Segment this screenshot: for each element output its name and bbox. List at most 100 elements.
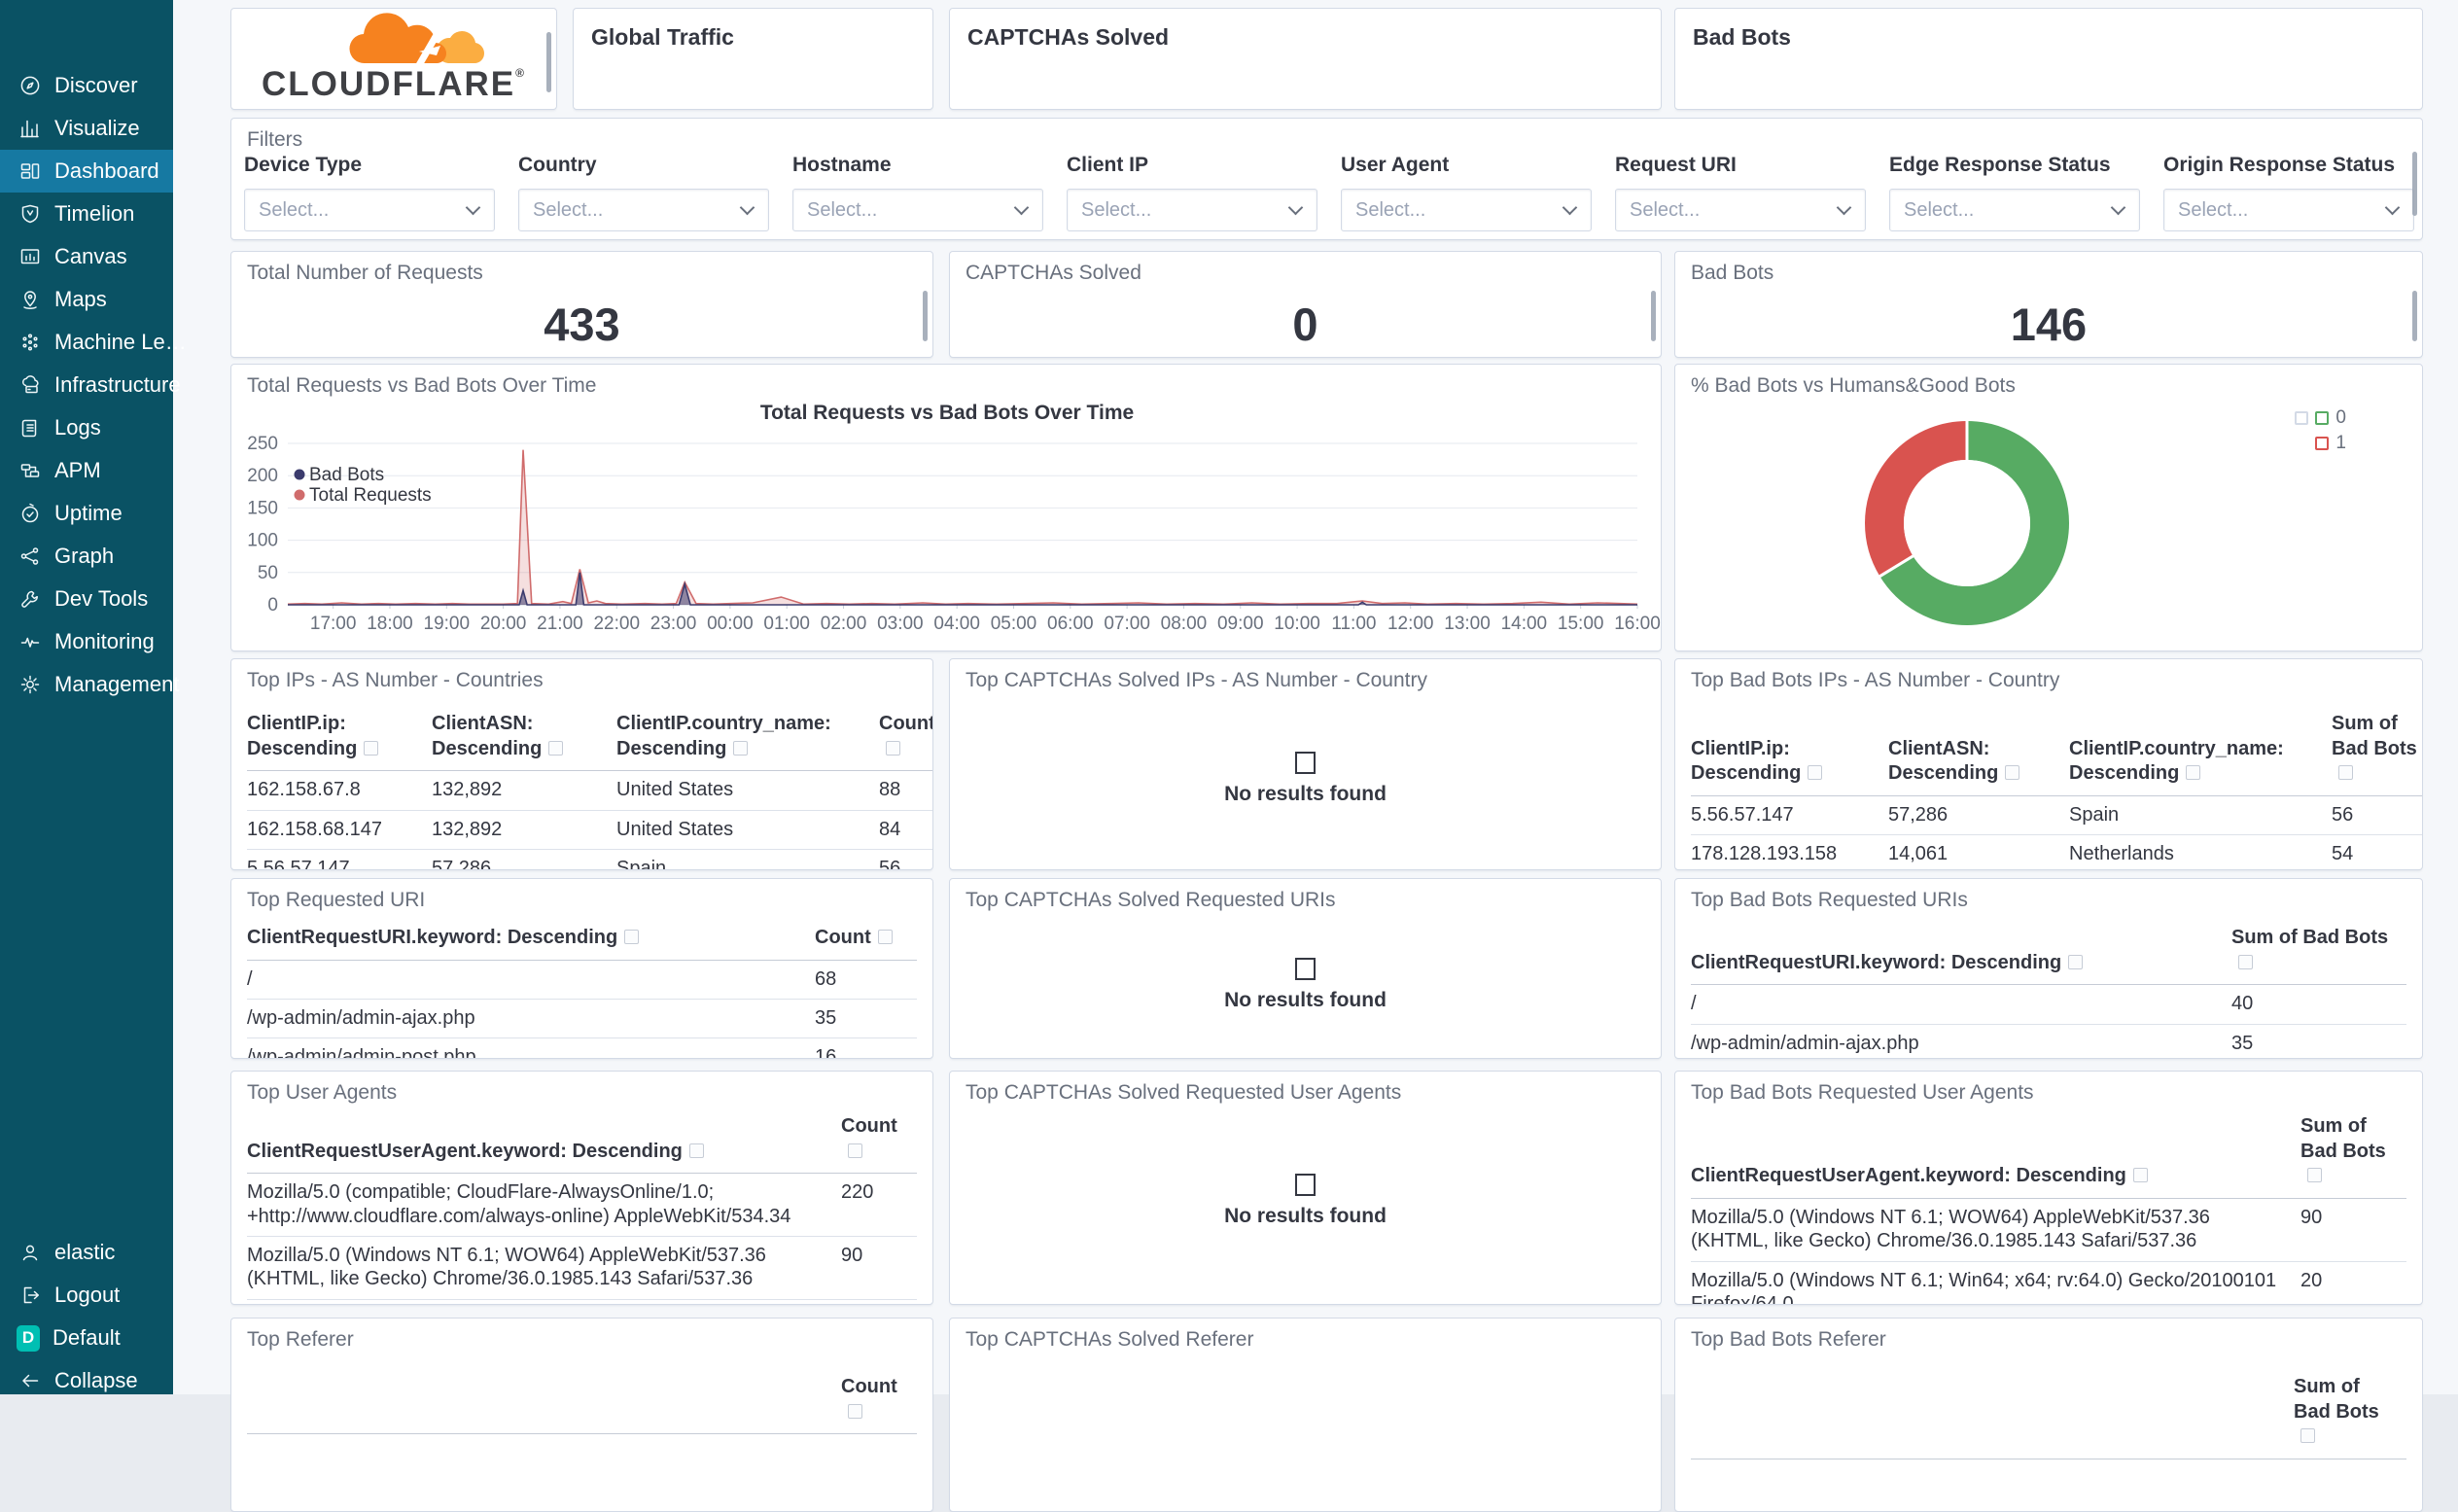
data-table: ClientRequestURI.keyword: Descending Coun… <box>247 922 917 1058</box>
table-cell: 84 <box>879 810 932 850</box>
sidebar-footer-logout[interactable]: Logout <box>0 1274 173 1317</box>
legend-swatch <box>2315 411 2330 425</box>
logout-icon <box>18 1283 42 1307</box>
panel-title: Top Bad Bots IPs - AS Number - Country <box>1691 669 2060 691</box>
panel-scrollbar[interactable] <box>2412 291 2417 341</box>
column-header[interactable]: ClientIP.ip: Descending <box>247 708 432 772</box>
sort-toggle-icon[interactable] <box>2132 1168 2148 1183</box>
sidebar-item-discover[interactable]: Discover <box>0 64 173 107</box>
filter-label: Edge Response Status <box>1889 154 2111 176</box>
column-header[interactable]: ClientIP.country_name: Descending <box>616 708 879 772</box>
sidebar-item-dashboard[interactable]: Dashboard <box>0 150 173 193</box>
table-row: 5.56.57.147 57,286 Spain 56 <box>1691 795 2422 836</box>
svg-text:04:00: 04:00 <box>933 614 980 634</box>
sidebar-item-canvas[interactable]: Canvas <box>0 235 173 278</box>
chevron-down-icon <box>465 199 481 216</box>
sort-toggle-icon[interactable] <box>688 1143 704 1158</box>
column-header[interactable]: ClientASN: Descending <box>432 708 616 772</box>
table-cell: 57,286 <box>432 849 616 869</box>
sort-toggle-icon[interactable] <box>2238 954 2253 969</box>
svg-text:11:00: 11:00 <box>1331 614 1376 634</box>
sort-toggle-icon[interactable] <box>364 740 379 756</box>
column-header[interactable]: Count <box>841 1110 917 1175</box>
sidebar-footer-default[interactable]: D Default <box>0 1317 173 1359</box>
filter-select-country[interactable]: Select... <box>518 189 769 231</box>
sidebar-item-visualize[interactable]: Visualize <box>0 107 173 150</box>
sidebar-footer-elastic[interactable]: elastic <box>0 1231 173 1274</box>
sidebar: Discover Visualize Dashboard Timelion Canvas… <box>0 0 187 1394</box>
filter-select-hostname[interactable]: Select... <box>792 189 1043 231</box>
sort-toggle-icon[interactable] <box>624 930 640 944</box>
column-header[interactable]: Sum of Bad Bots <box>2332 708 2422 796</box>
sort-toggle-icon[interactable] <box>2300 1428 2315 1444</box>
sort-toggle-icon[interactable] <box>848 1403 862 1419</box>
column-header[interactable]: Sum of Bad Bots <box>2294 1357 2406 1459</box>
svg-text:15:00: 15:00 <box>1558 614 1604 634</box>
filter-label: Request URI <box>1615 154 1737 176</box>
column-header[interactable]: Count <box>879 708 932 772</box>
filter-select-user-agent[interactable]: Select... <box>1341 189 1592 231</box>
sort-toggle-icon[interactable] <box>848 1143 862 1158</box>
table-cell: 90 <box>2300 1198 2406 1262</box>
sort-toggle-icon[interactable] <box>886 740 900 756</box>
sort-toggle-icon[interactable] <box>2307 1168 2322 1183</box>
captchas-solved-metric-panel: CAPTCHAs Solved 0 <box>949 251 1662 358</box>
top-bad-bots-requested-uris-panel: Top Bad Bots Requested URIs ClientRequest… <box>1674 878 2423 1059</box>
filter-select-request-uri[interactable]: Select... <box>1615 189 1866 231</box>
top-bad-bots-ips-as-number-country-panel: Top Bad Bots IPs - AS Number - Country Cl… <box>1674 658 2423 870</box>
donut-legend-item-1[interactable]: 1 <box>2220 431 2346 456</box>
column-header[interactable]: Sum of Bad Bots <box>2300 1110 2406 1199</box>
column-header[interactable]: ClientIP.country_name: Descending <box>2069 708 2332 796</box>
sidebar-item-machine-le[interactable]: Machine Le… <box>0 321 187 364</box>
column-header[interactable]: ClientIP.ip: Descending <box>1691 708 1888 796</box>
sidebar-item-uptime[interactable]: Uptime <box>0 492 173 535</box>
column-header[interactable]: ClientRequestURI.keyword: Descending <box>247 922 815 961</box>
table-cell: Mozilla/5.0 (compatible; CloudFlare-Alwa… <box>247 1173 841 1237</box>
sort-toggle-icon[interactable] <box>2005 765 2020 781</box>
filter-select-edge-response-status[interactable]: Select... <box>1889 189 2140 231</box>
column-header[interactable]: ClientRequestUserAgent.keyword: Descendi… <box>247 1110 841 1175</box>
sort-toggle-icon[interactable] <box>1808 765 1823 781</box>
sort-toggle-icon[interactable] <box>548 740 564 756</box>
column-header[interactable] <box>1691 1357 2294 1459</box>
filter-select-origin-response-status[interactable]: Select... <box>2163 189 2414 231</box>
filter-select-device-type[interactable]: Select... <box>244 189 495 231</box>
panel-scrollbar[interactable] <box>2412 152 2417 216</box>
sort-toggle-icon[interactable] <box>733 740 749 756</box>
sidebar-footer-collapse[interactable]: Collapse <box>0 1359 173 1402</box>
sidebar-item-management[interactable]: Management <box>0 663 179 706</box>
sidebar-item-monitoring[interactable]: Monitoring <box>0 620 173 663</box>
column-header[interactable]: ClientRequestUserAgent.keyword: Descendi… <box>1691 1110 2300 1199</box>
sort-toggle-icon[interactable] <box>2186 765 2201 781</box>
sidebar-item-logs[interactable]: Logs <box>0 406 173 449</box>
column-header[interactable]: Count <box>815 922 917 961</box>
sort-toggle-icon[interactable] <box>2338 765 2353 781</box>
sidebar-item-graph[interactable]: Graph <box>0 535 173 578</box>
sidebar-item-dev-tools[interactable]: Dev Tools <box>0 578 173 620</box>
sort-toggle-icon[interactable] <box>877 930 893 944</box>
sidebar-item-label: Discover <box>54 73 138 97</box>
select-placeholder: Select... <box>1355 198 1426 221</box>
filter-select-client-ip[interactable]: Select... <box>1067 189 1317 231</box>
svg-text:Total Requests: Total Requests <box>309 485 432 506</box>
donut-chart[interactable] <box>1865 421 2069 625</box>
select-placeholder: Select... <box>807 198 878 221</box>
sidebar-item-infrastructure[interactable]: Infrastructure <box>0 364 181 406</box>
table-cell: 40 <box>2231 984 2406 1025</box>
column-header[interactable]: ClientASN: Descending <box>1888 708 2069 796</box>
panel-scrollbar[interactable] <box>923 291 928 341</box>
sidebar-item-maps[interactable]: Maps <box>0 278 173 321</box>
filter-label: Client IP <box>1067 154 1149 176</box>
sidebar-item-apm[interactable]: APM <box>0 449 173 492</box>
line-chart[interactable]: 0 50 100 150 200 250 17:00 18:00 19:00 20:00 21:00… <box>231 365 1661 651</box>
panel-scrollbar[interactable] <box>1651 291 1656 341</box>
column-header[interactable]: ClientRequestURI.keyword: Descending <box>1691 922 2231 986</box>
sidebar-item-timelion[interactable]: Timelion <box>0 193 173 235</box>
panel-scrollbar[interactable] <box>546 32 551 92</box>
column-header[interactable] <box>247 1357 841 1435</box>
panel-title: Top User Agents <box>247 1081 398 1104</box>
column-header[interactable]: Sum of Bad Bots <box>2231 922 2406 986</box>
sort-toggle-icon[interactable] <box>2068 954 2084 969</box>
donut-legend-item-0[interactable]: 0 <box>2220 405 2346 431</box>
column-header[interactable]: Count <box>841 1357 917 1435</box>
